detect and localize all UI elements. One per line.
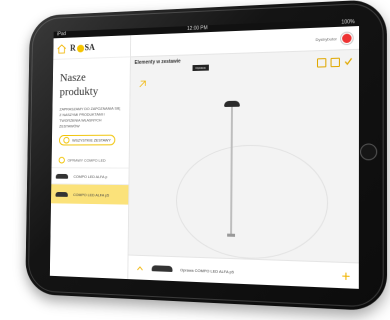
list-item[interactable]: COMPO LED ALFA p <box>51 167 129 185</box>
save-icon[interactable] <box>316 58 327 68</box>
list-item-label: COMPO LED ALFA p <box>73 173 108 179</box>
toolbar <box>316 57 353 68</box>
category-icon <box>58 156 65 164</box>
home-icon[interactable] <box>57 43 67 54</box>
brand-logo: R SA <box>69 42 95 53</box>
home-button[interactable] <box>359 143 378 161</box>
chevron-up-icon[interactable] <box>136 263 144 272</box>
delete-icon[interactable] <box>330 57 340 68</box>
list-item-selected[interactable]: COMPO LED ALFA p5 <box>50 183 129 205</box>
elements-heading: Elementy w zestawie <box>134 58 181 66</box>
tablet-device: iPad 12:00 PM 100% R SA Nasze produkty ZA… <box>25 0 388 312</box>
lamp-thumbnail-icon <box>55 191 68 197</box>
tooltip: Oprawa <box>192 64 209 72</box>
selected-product-label: Oprawa COMPO LED ALFA p5 <box>180 266 234 274</box>
preview-arc <box>175 144 329 262</box>
list-item-label: COMPO LED ALFA p5 <box>73 191 110 198</box>
preview-canvas[interactable] <box>138 72 349 262</box>
lamp-head <box>224 100 240 107</box>
product-thumbnail-icon <box>151 265 173 272</box>
sets-icon <box>63 136 70 144</box>
page-title: Nasze produkty <box>59 70 99 99</box>
page-description: ZAPRASZAMY DO ZAPOZNANIA SIĘ Z NASZYMI P… <box>59 105 121 129</box>
logo-bar: R SA <box>53 35 131 60</box>
all-sets-button[interactable]: WSZYSTKIE ZESTAWY <box>58 134 116 146</box>
lamp-base <box>227 233 236 237</box>
lamp-thumbnail-icon <box>55 173 69 179</box>
plus-icon[interactable]: + <box>342 267 351 284</box>
avatar[interactable] <box>341 31 353 44</box>
category-header[interactable]: OPRAWY COMPO LED <box>52 149 129 167</box>
workspace: Dystrybutor Elementy w zestawie Oprawa O… <box>128 26 360 289</box>
category-label: OPRAWY COMPO LED <box>67 157 106 163</box>
confirm-icon[interactable] <box>344 57 352 66</box>
sidebar: R SA Nasze produkty ZAPRASZAMY DO ZAPOZNA… <box>49 35 132 280</box>
distributor-label: Dystrybutor <box>315 35 337 42</box>
app-screen: iPad 12:00 PM 100% R SA Nasze produkty ZA… <box>49 18 360 289</box>
all-sets-label: WSZYSTKIE ZESTAWY <box>72 137 111 143</box>
